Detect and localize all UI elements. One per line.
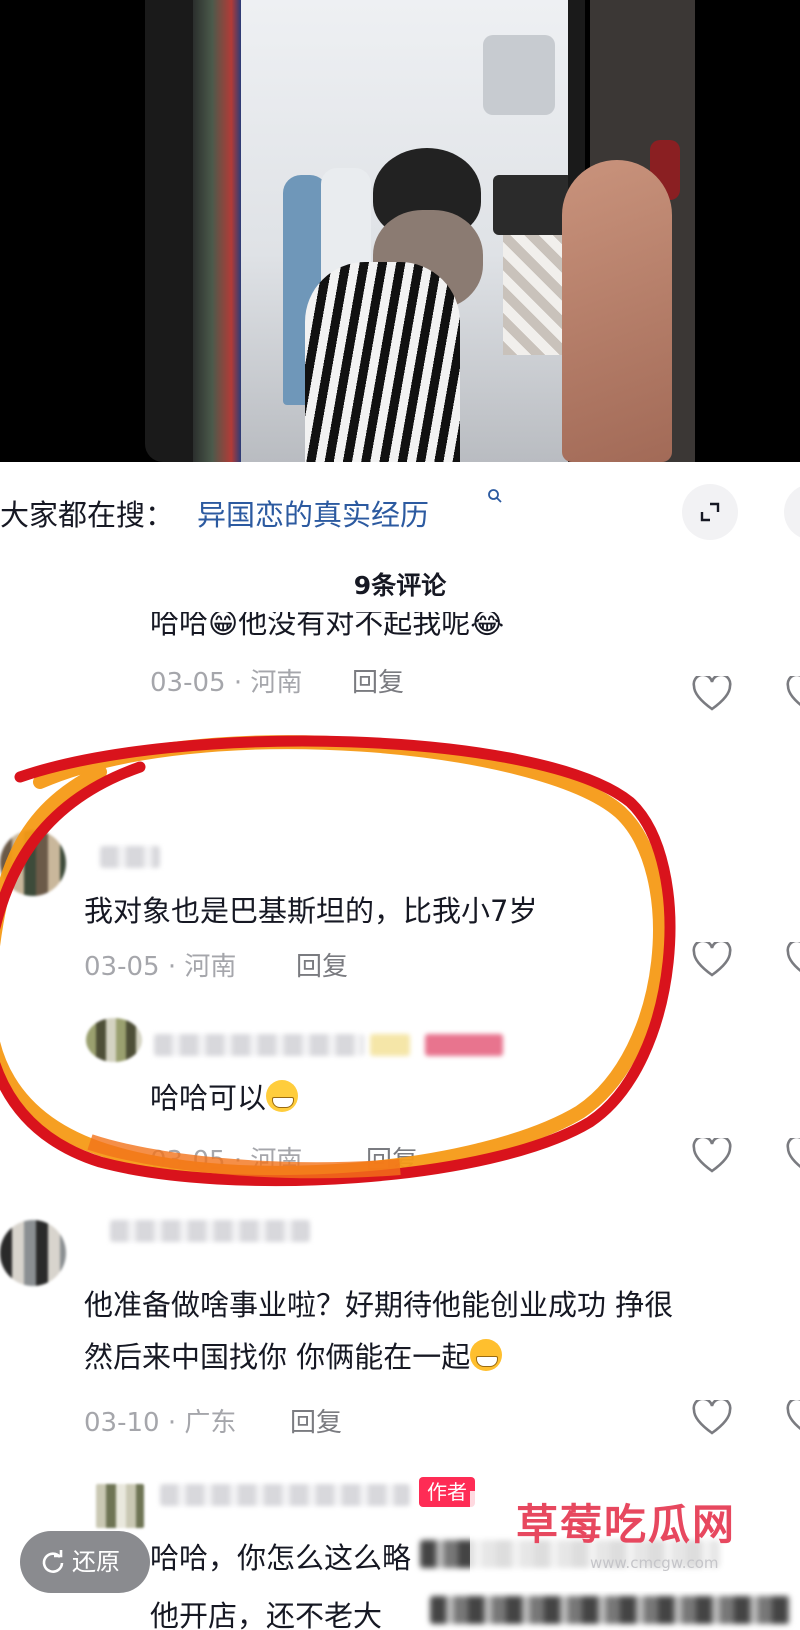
comment-date: 03-10 · 广东 [84, 1408, 237, 1438]
heart-icon[interactable] [692, 942, 732, 978]
reply-text: 哈哈可以 [150, 1075, 299, 1117]
comment-count-title: 9条评论 [353, 571, 447, 600]
thumb-in-video [562, 160, 672, 462]
username[interactable] [160, 1484, 410, 1506]
restore-label: 还原 [72, 1548, 120, 1576]
search-term-link[interactable]: 异国恋的真实经历 [197, 492, 429, 534]
username[interactable] [110, 1220, 310, 1242]
comment-text: 哈哈😁他没有对不起我呢😂 [150, 606, 505, 640]
video-player[interactable] [0, 0, 800, 462]
reply-button[interactable]: 回复 [352, 662, 404, 699]
heart-icon[interactable] [692, 676, 732, 712]
avatar[interactable] [0, 1220, 66, 1286]
heart-icon[interactable] [786, 942, 800, 978]
video-frame [193, 0, 568, 462]
reply-button[interactable]: 回复 [296, 946, 348, 983]
watermark-title: 草莓吃瓜网 [516, 1500, 737, 1549]
heart-icon[interactable] [786, 1400, 800, 1436]
avatar[interactable] [86, 1018, 142, 1062]
comment-text: 哈哈，你怎么这么略 [150, 1541, 412, 1575]
username-badge [370, 1034, 410, 1056]
username-tag [425, 1034, 503, 1056]
comment-text: 我对象也是巴基斯坦的，比我小7岁 [84, 894, 538, 928]
search-prefix: 大家都在搜： [0, 498, 175, 532]
watermark-url: www.cmcgw.com [590, 1554, 719, 1572]
comment-text-line2: 他开店，还不老大 [150, 1599, 383, 1630]
search-icon [488, 489, 502, 503]
heart-icon[interactable] [786, 1138, 800, 1174]
avatar[interactable] [0, 830, 66, 896]
comment-text: 他准备做啥事业啦？好期待他能创业成功 挣很 [84, 1288, 674, 1322]
search-suggestion[interactable]: 大家都在搜： 异国恋的真实经历 [0, 478, 800, 548]
reply-button[interactable]: 回复 [290, 1402, 342, 1439]
shy-emoji-icon [470, 1339, 503, 1371]
restore-icon [42, 1550, 64, 1573]
blurred-text [430, 1596, 790, 1624]
comment-date: 03-05 · 河南 [150, 668, 303, 698]
expand-icon [700, 502, 720, 522]
expand-button[interactable] [682, 484, 738, 540]
reply-date: 03-05 · 河南 [150, 1146, 303, 1176]
avatar[interactable] [96, 1484, 144, 1528]
author-badge: 作者 [419, 1477, 475, 1507]
heart-icon[interactable] [692, 1138, 732, 1174]
restore-button[interactable]: 还原 [20, 1531, 150, 1593]
heart-icon[interactable] [692, 1400, 732, 1436]
phone-in-video [145, 0, 585, 462]
comment-text-line2: 然后来中国找你 你俩能在一起 [84, 1334, 503, 1376]
comment-date: 03-05 · 河南 [84, 952, 237, 982]
username[interactable] [100, 846, 160, 868]
username[interactable] [154, 1034, 364, 1056]
grin-emoji-icon [266, 1080, 299, 1112]
heart-icon[interactable] [786, 676, 800, 712]
reply-button[interactable]: 回复 [366, 1140, 418, 1177]
